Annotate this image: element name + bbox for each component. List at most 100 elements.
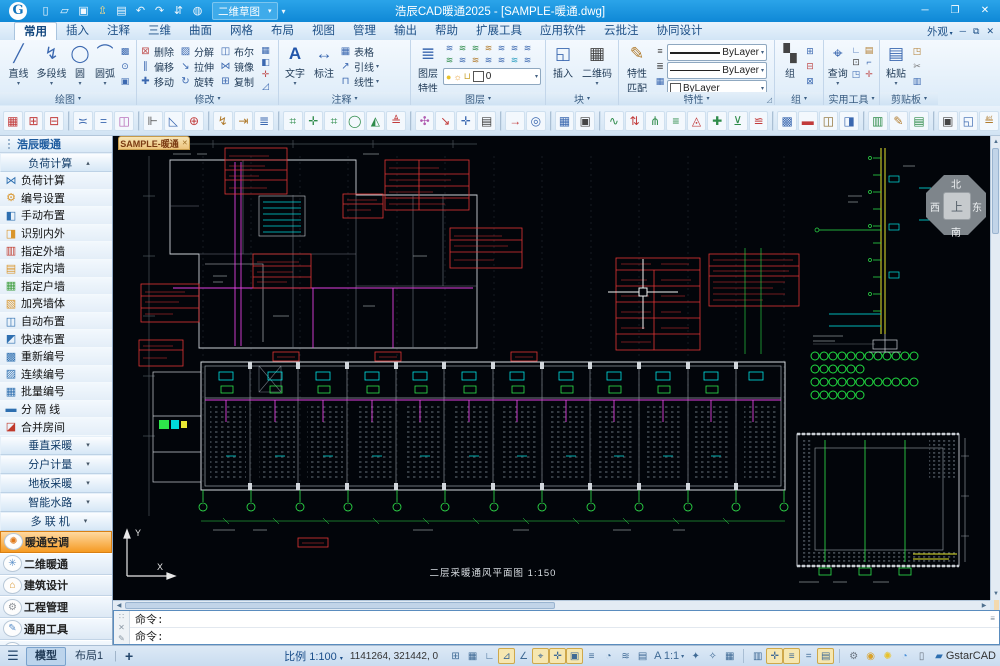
toolbar-icon[interactable]: ▣ — [575, 110, 596, 131]
toolbar-icon[interactable]: = — [93, 110, 114, 131]
toolbar-icon[interactable]: ✎ — [888, 110, 909, 131]
snap-icon[interactable]: ⊞ — [447, 648, 464, 664]
command-input[interactable]: 命令: — [130, 628, 999, 644]
toolbar-icon[interactable]: ◬ — [686, 110, 707, 131]
toolbar-icon[interactable]: ▣ — [937, 110, 958, 131]
icon[interactable]: ≋ — [443, 54, 456, 66]
tab-insert[interactable]: 插入 — [57, 22, 98, 40]
arc-button[interactable]: ⌒ 圆弧 ▾ — [92, 43, 118, 87]
panel-title-modify[interactable]: 修改 ▾ — [137, 92, 278, 106]
angle-snap-icon[interactable]: ∠ — [515, 648, 532, 664]
toolbar-icon[interactable]: ∿ — [604, 110, 624, 131]
grid-icon[interactable]: ▦ — [464, 648, 481, 664]
icon[interactable]: ✛ — [259, 68, 272, 80]
item-household-wall[interactable]: ▦ 指定户墙 — [0, 277, 112, 296]
module-arch-design[interactable]: ⌂ 建筑设计 — [0, 574, 112, 597]
icon[interactable]: ≋ — [482, 42, 495, 54]
status-menu-icon[interactable]: ☰ — [0, 648, 26, 664]
icon[interactable]: ≋ — [521, 54, 534, 66]
toolbar-icon[interactable]: ◎ — [526, 110, 546, 131]
ortho-icon[interactable]: ∟ — [481, 648, 498, 664]
gear-icon[interactable]: ⚙ — [845, 648, 862, 664]
toolbar-icon[interactable]: ⊩ — [142, 110, 163, 131]
toolbar-icon[interactable]: ▩ — [777, 110, 797, 131]
print-icon[interactable]: ▤ — [113, 3, 130, 20]
scroll-left-icon[interactable]: ◀ — [114, 602, 124, 610]
tab-express[interactable]: 扩展工具 — [467, 22, 531, 40]
icon[interactable]: ≋ — [482, 54, 495, 66]
icon[interactable]: ◳ — [850, 68, 863, 80]
new-file-icon[interactable]: ▯ — [37, 3, 54, 20]
icon[interactable]: ▩ — [118, 44, 132, 59]
scale-selector[interactable]: 比例 1:100 ▾ — [284, 648, 343, 664]
toolbar-icon[interactable]: ◫ — [114, 110, 134, 131]
viewcube-east[interactable]: 东 — [970, 199, 984, 214]
item-batch-number[interactable]: ▦ 批量编号 — [0, 383, 112, 401]
add-layout-button[interactable]: + — [119, 648, 139, 664]
crosshair-icon[interactable]: ✛ — [766, 648, 784, 664]
linetype-select[interactable]: ByLayer ▾ — [667, 62, 767, 79]
viewcube[interactable]: 上 北 南 西 东 — [925, 162, 987, 252]
tab-layout[interactable]: 布局 — [262, 22, 303, 40]
copy-button[interactable]: ⊞ 复制 — [219, 74, 259, 89]
group-smart-waterway[interactable]: 智能水路 ▾ — [0, 492, 112, 512]
save-icon[interactable]: ▣ — [75, 3, 92, 20]
item-divider-line[interactable]: ▬ 分 隔 线 — [0, 400, 112, 419]
close-icon[interactable]: ✕ — [118, 623, 125, 632]
cmdline-toggle-icon[interactable]: ≡ — [783, 648, 801, 664]
toolbar-icon[interactable]: ▬ — [797, 110, 818, 131]
vertical-scrollbar-thumb[interactable] — [992, 148, 999, 234]
panel-title-utilities[interactable]: 实用工具 ▾ — [824, 92, 879, 106]
close-button[interactable]: ✕ — [970, 0, 1000, 22]
layer-select[interactable]: ● ☼ ⊔ 0 ▾ — [443, 68, 541, 85]
item-auto-layout[interactable]: ◫ 自动布置 — [0, 312, 112, 331]
icon[interactable]: ⌐ — [863, 56, 876, 68]
linear-button[interactable]: ⊓ 线性 ▾ — [339, 74, 379, 89]
item-continuous-number[interactable]: ▨ 连续编号 — [0, 365, 112, 384]
toolbar-icon[interactable]: ⌗ — [282, 110, 303, 131]
icon[interactable]: ≋ — [508, 54, 521, 66]
text-button[interactable]: A 文字 ▾ — [281, 43, 309, 87]
palette-header[interactable]: 浩辰暖通 — [0, 136, 112, 153]
etransmit-icon[interactable]: ⇵ — [170, 3, 187, 20]
lock-ui-icon[interactable]: ◉ — [862, 648, 879, 664]
panel-title-properties[interactable]: 特性 ▾ — [619, 92, 774, 106]
toolbar-icon[interactable]: ≜ — [386, 110, 406, 131]
tab-home[interactable]: 常用 — [14, 22, 57, 40]
tab-manage[interactable]: 管理 — [344, 22, 385, 40]
undo-icon[interactable]: ↶ — [132, 3, 149, 20]
icon[interactable]: ⊡ — [850, 56, 863, 68]
toolbar-icon[interactable]: ▦ — [554, 110, 575, 131]
panel-title-draw[interactable]: 绘图 ▾ — [0, 92, 136, 106]
erase-button[interactable]: ⊠ 删除 — [139, 44, 179, 59]
toolbar-icon[interactable]: ≝ — [979, 110, 999, 131]
toolbar-icon[interactable]: ⊻ — [728, 110, 748, 131]
rotate-button[interactable]: ↻ 旋转 — [179, 74, 219, 89]
module-general-tools[interactable]: ✎ 通用工具 — [0, 618, 112, 640]
dyn-input-icon[interactable]: ▣ — [566, 648, 584, 664]
icon[interactable]: ≋ — [456, 54, 469, 66]
doc-restore-button[interactable]: ⧉ — [973, 26, 979, 37]
icon[interactable]: ▦ — [259, 44, 272, 56]
icon[interactable]: ◳ — [910, 44, 924, 59]
icon[interactable]: ▦ — [653, 74, 667, 89]
workspace-grid-icon[interactable]: ▦ — [721, 648, 738, 664]
group-load-calc[interactable]: 负荷计算 ▴ — [0, 153, 112, 172]
offset-button[interactable]: ∥ 偏移 — [139, 59, 179, 74]
toolbar-icon[interactable]: ↯ — [212, 110, 233, 131]
toolbar-icon[interactable]: ⇅ — [624, 110, 645, 131]
horizontal-scrollbar-thumb[interactable] — [125, 602, 555, 609]
selection-cycle-icon[interactable]: ≋ — [617, 648, 634, 664]
insert-block-button[interactable]: ◱ 插入 — [548, 43, 578, 80]
icon[interactable]: ≋ — [456, 42, 469, 54]
osnap-icon[interactable]: ⌖ — [532, 648, 550, 664]
doc-minimize-button[interactable]: ─ — [960, 26, 966, 36]
viewcube-south[interactable]: 南 — [949, 224, 963, 239]
mirror-button[interactable]: ⋈ 镜像 — [219, 59, 259, 74]
module-project-mgmt[interactable]: ⚙ 工程管理 — [0, 596, 112, 619]
toolbar-icon[interactable]: ◨ — [839, 110, 859, 131]
toolbar-icon[interactable]: ↘ — [435, 110, 456, 131]
item-load-calc[interactable]: ⋈ 负荷计算 — [0, 172, 112, 190]
item-manual-layout[interactable]: ◧ 手动布置 — [0, 207, 112, 225]
tab-collab[interactable]: 协同设计 — [648, 22, 712, 40]
